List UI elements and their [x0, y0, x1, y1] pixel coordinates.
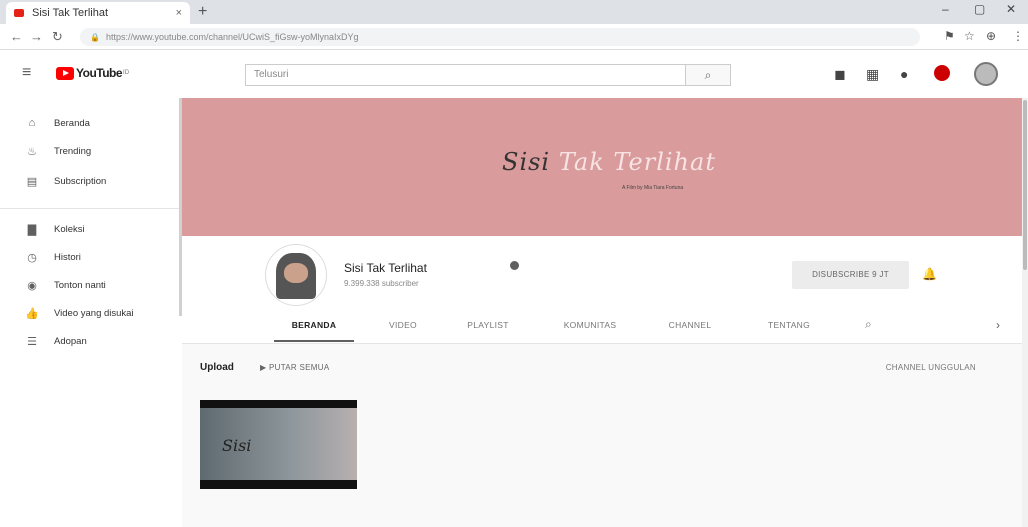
channel-header: Sisi Tak Terlihat 9.399.338 subscriber D…: [182, 236, 1022, 344]
logo-text: YouTube: [76, 66, 123, 80]
youtube-logo[interactable]: YouTube ID: [56, 66, 129, 80]
sidebar-item-subscription[interactable]: ▤ Subscription: [0, 168, 182, 194]
logo-region: ID: [123, 70, 130, 76]
youtube-play-icon: [56, 66, 74, 80]
playlist-icon: ☰: [27, 335, 37, 348]
channel-name: Sisi Tak Terlihat: [344, 261, 427, 275]
minimize-button[interactable]: –: [942, 2, 949, 16]
sidebar-item-label: Tonton nanti: [54, 279, 106, 291]
sidebar-item-label: Histori: [54, 251, 81, 263]
folder-icon: ▇: [27, 223, 37, 236]
account-avatar[interactable]: [974, 62, 998, 86]
tab-title: Sisi Tak Terlihat: [32, 7, 109, 19]
featured-channels-heading: CHANNEL UNGGULAN: [885, 363, 976, 372]
bell-icon[interactable]: 🔔: [922, 267, 937, 281]
channel-tabs: BERANDA VIDEO PLAYLIST KOMUNITAS CHANNEL…: [182, 308, 1022, 342]
search-button[interactable]: ⌕: [685, 64, 731, 86]
video-thumbnail[interactable]: Sisi: [200, 400, 357, 489]
verified-icon: [510, 261, 519, 270]
play-all-button[interactable]: ▶ PUTAR SEMUA: [260, 363, 329, 372]
subscriber-count: 9.399.338 subscriber: [344, 279, 419, 288]
section-title: Upload: [200, 362, 234, 373]
clock-icon: ◉: [27, 279, 37, 292]
channel-content: Upload ▶ PUTAR SEMUA CHANNEL UNGGULAN Si…: [182, 345, 1022, 527]
youtube-favicon-icon: [14, 9, 24, 17]
tab-komunitas[interactable]: KOMUNITAS: [550, 308, 630, 342]
youtube-header: ≡ YouTube ID Telusuri ⌕ ◼ ▦ ●: [0, 50, 1028, 98]
sidebar-item-histori[interactable]: ◷ Histori: [0, 244, 182, 270]
history-icon: ◷: [27, 251, 37, 264]
scrollbar-thumb[interactable]: [1023, 100, 1027, 270]
hamburger-menu-icon[interactable]: ≡: [22, 64, 31, 82]
browser-menu-icon[interactable]: ⋮: [1012, 29, 1024, 43]
tab-close-icon[interactable]: ×: [176, 7, 182, 19]
subscriptions-icon: ▤: [26, 175, 38, 188]
sidebar-item-label: Video yang disukai: [54, 307, 134, 319]
browser-toolbar: ← → ↻ 🔒 https://www.youtube.com/channel/…: [0, 24, 1028, 50]
tab-playlist[interactable]: PLAYLIST: [458, 308, 518, 342]
close-window-button[interactable]: ✕: [1006, 2, 1016, 16]
profile-icon[interactable]: ⊕: [986, 29, 996, 43]
notifications-icon[interactable]: [934, 65, 950, 81]
sidebar-item-trending[interactable]: ♨ Trending: [0, 138, 182, 164]
maximize-button[interactable]: ▢: [974, 2, 985, 16]
channel-banner: Sisi Tak Terlihat A Film by Mia Tiara Fo…: [182, 98, 1022, 236]
sidebar-item-tonton-nanti[interactable]: ◉ Tonton nanti: [0, 272, 182, 298]
tab-video[interactable]: VIDEO: [378, 308, 428, 342]
address-bar[interactable]: 🔒 https://www.youtube.com/channel/UCwiS_…: [80, 28, 920, 46]
thumbs-up-icon: 👍: [25, 307, 39, 320]
reload-icon[interactable]: ↻: [52, 29, 63, 45]
page-scrollbar[interactable]: [1022, 98, 1028, 527]
flame-icon: ♨: [27, 145, 37, 158]
chevron-right-icon[interactable]: ›: [996, 308, 1000, 342]
channel-avatar[interactable]: [265, 244, 327, 306]
sidebar-item-label: Koleksi: [54, 223, 85, 235]
tab-channel[interactable]: CHANNEL: [660, 308, 720, 342]
sidebar-item-label: Beranda: [54, 117, 90, 129]
subscribe-button[interactable]: DISUBSCRIBE 9 JT: [792, 261, 909, 289]
tab-tentang[interactable]: TENTANG: [756, 308, 822, 342]
sidebar-item-video-disukai[interactable]: 👍 Video yang disukai: [0, 300, 182, 326]
home-icon: ⌂: [28, 117, 36, 129]
lock-icon: 🔒: [90, 32, 100, 42]
messages-icon[interactable]: ●: [900, 66, 908, 82]
sidebar: ⌂ Beranda ♨ Trending ▤ Subscription ▇ Ko…: [0, 98, 182, 527]
search-icon: ⌕: [704, 68, 712, 82]
new-tab-button[interactable]: +: [198, 3, 207, 21]
bookmark-star-icon[interactable]: ☆: [964, 29, 975, 43]
video-camera-icon[interactable]: ◼: [834, 66, 846, 83]
browser-tab[interactable]: Sisi Tak Terlihat ×: [6, 2, 190, 24]
apps-grid-icon[interactable]: ▦: [866, 66, 879, 83]
forward-arrow-icon[interactable]: →: [30, 29, 43, 44]
channel-search-icon[interactable]: ⌕: [865, 308, 872, 340]
sidebar-item-koleksi[interactable]: ▇ Koleksi: [0, 216, 182, 242]
sidebar-item-adopan[interactable]: ☰ Adopan: [0, 328, 182, 354]
browser-tab-bar: Sisi Tak Terlihat × + – ▢ ✕: [0, 0, 1028, 24]
url-text: https://www.youtube.com/channel/UCwiS_fi…: [105, 32, 359, 42]
sidebar-divider: [0, 208, 182, 209]
thumbnail-text: Sisi: [222, 436, 252, 455]
back-arrow-icon[interactable]: ←: [10, 29, 23, 44]
sidebar-item-label: Trending: [54, 145, 92, 157]
search-input[interactable]: Telusuri: [245, 64, 685, 86]
sidebar-item-label: Subscription: [54, 175, 107, 187]
tab-beranda[interactable]: BERANDA: [274, 308, 354, 342]
banner-subtitle: A Film by Mia Tiara Fortuna: [622, 185, 684, 191]
sidebar-item-beranda[interactable]: ⌂ Beranda: [0, 110, 182, 136]
extension-icon[interactable]: ⚑: [944, 29, 955, 43]
banner-title: Sisi Tak Terlihat: [502, 148, 716, 176]
sidebar-item-label: Adopan: [54, 335, 87, 347]
